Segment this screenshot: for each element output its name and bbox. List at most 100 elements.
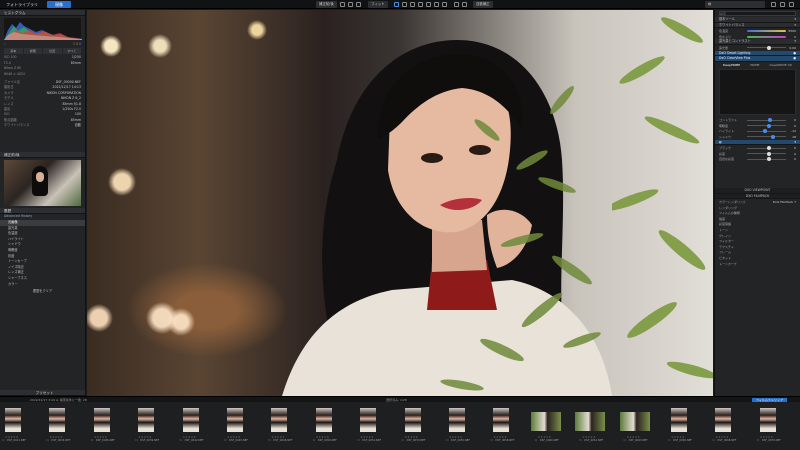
top-toolbar: フォトライブラリ 現像 補正前/後 フィット 自動補正 ▤ bbox=[0, 0, 800, 9]
filmstrip-thumbnail[interactable] bbox=[49, 408, 66, 432]
select-checkbox[interactable]: ☐ bbox=[313, 439, 315, 442]
eyedropper-icon[interactable] bbox=[402, 2, 407, 7]
filmstrip-thumbnail[interactable] bbox=[449, 408, 465, 432]
horizon-icon[interactable] bbox=[426, 2, 431, 7]
export-button[interactable]: ▤ bbox=[705, 1, 765, 8]
filmstrip-filename: DSF_0055.NEF bbox=[451, 439, 470, 442]
filmstrip-filename: DSF_0036.NEF bbox=[95, 439, 115, 442]
select-checkbox[interactable]: ☐ bbox=[2, 439, 4, 442]
tool-row[interactable]: トーンカーブ bbox=[715, 261, 800, 267]
perspective-icon[interactable] bbox=[434, 2, 439, 7]
moon-icon[interactable]: ☾ bbox=[4, 42, 7, 47]
select-checkbox[interactable]: ☐ bbox=[446, 439, 448, 442]
shooting-info: ISO 100 1/250 F2.0 85mm Nikon Z 6II 6048 ×… bbox=[0, 55, 85, 77]
highlight-clip-icon[interactable] bbox=[454, 2, 459, 7]
filmstrip-thumbnail[interactable] bbox=[315, 408, 332, 432]
search-input[interactable] bbox=[719, 11, 796, 16]
select-checkbox[interactable]: ☐ bbox=[402, 439, 404, 442]
search-row bbox=[715, 10, 800, 17]
select-checkbox[interactable]: ☐ bbox=[624, 439, 626, 442]
navigator-preview[interactable] bbox=[4, 160, 81, 207]
chevron-down-icon: ▾ bbox=[794, 139, 796, 144]
select-checkbox[interactable]: ☐ bbox=[46, 439, 48, 442]
filmstrip-filename: DSF_0063.NEF bbox=[628, 439, 648, 442]
straighten-icon[interactable] bbox=[348, 2, 353, 7]
shadow-clip-icon[interactable] bbox=[462, 2, 467, 7]
filmstrip-thumbnail[interactable] bbox=[715, 408, 732, 432]
info-tab-detail[interactable]: 詳細 bbox=[23, 48, 42, 55]
settings-icon[interactable] bbox=[771, 2, 776, 7]
chevron-down-icon: ▾ bbox=[794, 22, 796, 27]
help-icon[interactable] bbox=[780, 2, 785, 7]
toggle-icon[interactable]: ● bbox=[793, 51, 796, 56]
select-checkbox[interactable]: ☐ bbox=[757, 439, 759, 442]
select-checkbox[interactable]: ☐ bbox=[224, 439, 226, 442]
preview-header[interactable]: 補正前/後 bbox=[0, 152, 85, 159]
select-checkbox[interactable]: ☐ bbox=[579, 439, 581, 442]
filmstrip-thumbnail[interactable] bbox=[619, 412, 650, 431]
filmstrip-filename: DSF_0070.NEF bbox=[761, 439, 781, 442]
tab-photo-library[interactable]: フォトライブラリ bbox=[6, 1, 38, 8]
left-panel: ヒストグラム ☾ 0 0 0 基本 詳細 位置 すべて ISO 100 1/250… bbox=[0, 10, 86, 396]
filmstrip-filename: DSF_0051.NEF bbox=[362, 439, 382, 442]
chevron-down-icon: ▾ bbox=[794, 39, 796, 44]
filmstrip-thumbnail[interactable] bbox=[138, 408, 155, 432]
info-tabs: 基本 詳細 位置 すべて bbox=[0, 47, 85, 55]
select-checkbox[interactable]: ☐ bbox=[180, 439, 182, 442]
select-checkbox[interactable]: ☐ bbox=[668, 439, 670, 442]
filmstrip-thumbnail[interactable] bbox=[5, 408, 21, 432]
mode-prime[interactable]: PRIME bbox=[750, 63, 759, 67]
select-checkbox[interactable]: ☐ bbox=[490, 439, 492, 442]
tab-develop[interactable]: 現像 bbox=[47, 1, 71, 8]
filmstrip-filename: DSF_0034.NEF bbox=[51, 439, 71, 442]
denoise-mode: DeepPRIME PRIME DeepPRIME XD bbox=[715, 62, 800, 68]
filmstrip-thumbnail[interactable] bbox=[360, 408, 377, 432]
filmpack-row[interactable]: カラーレンダリング DxO FilmPack 7 bbox=[715, 199, 800, 205]
mode-deepprime[interactable]: DeepPRIME bbox=[723, 63, 740, 67]
chevron-down-icon: ▾ bbox=[794, 17, 796, 21]
mode-deepprime-xd[interactable]: DeepPRIME XD bbox=[769, 63, 792, 67]
portrait-photo bbox=[282, 40, 612, 396]
hand-tool-icon[interactable] bbox=[394, 2, 399, 7]
filmstrip-thumbnail[interactable] bbox=[530, 412, 561, 431]
select-checkbox[interactable]: ☐ bbox=[535, 439, 537, 442]
histogram-header[interactable]: ヒストグラム bbox=[0, 10, 85, 16]
fullscreen-icon[interactable] bbox=[789, 2, 794, 7]
filmstrip-filename: DSF_0065.NEF bbox=[673, 439, 692, 442]
info-tab-basic[interactable]: 基本 bbox=[4, 48, 23, 55]
select-checkbox[interactable]: ☐ bbox=[268, 439, 270, 442]
history-item[interactable]: カラー bbox=[0, 282, 85, 288]
filmstrip-thumbnail[interactable] bbox=[404, 408, 421, 432]
auto-fix-button[interactable]: 自動補正 bbox=[473, 1, 493, 8]
filmstrip-filename: DSF_0042.NEF bbox=[184, 439, 204, 442]
loupe-preview[interactable] bbox=[719, 69, 796, 116]
local-adjust-icon[interactable] bbox=[418, 2, 423, 7]
filmstrip-filename: DSF_0021.NEF bbox=[7, 439, 26, 442]
select-checkbox[interactable]: ☐ bbox=[135, 439, 137, 442]
filmstrip-filename: DSF_0045.NEF bbox=[229, 439, 248, 442]
filmstrip-thumbnail[interactable] bbox=[493, 408, 510, 432]
image-viewer[interactable] bbox=[87, 10, 713, 396]
repair-icon[interactable] bbox=[410, 2, 415, 7]
info-tab-location[interactable]: 位置 bbox=[43, 48, 62, 55]
select-checkbox[interactable]: ☐ bbox=[712, 439, 714, 442]
filmstrip-thumbnail[interactable] bbox=[182, 408, 199, 432]
exif-table: ファイル名 DSF_00000.NEF 撮影日 2022/12/17 14:13 カ… bbox=[0, 80, 85, 129]
toggle-icon[interactable]: ● bbox=[793, 56, 796, 61]
zoom-select[interactable]: フィット bbox=[368, 1, 388, 8]
filmstrip-thumbnail[interactable] bbox=[271, 408, 288, 432]
compare-button[interactable]: 補正前/後 bbox=[316, 1, 337, 8]
select-checkbox[interactable]: ☐ bbox=[357, 439, 359, 442]
crop-icon[interactable] bbox=[340, 2, 345, 7]
mask-icon[interactable] bbox=[442, 2, 447, 7]
select-checkbox[interactable]: ☐ bbox=[91, 439, 93, 442]
filmstrip-thumbnail[interactable] bbox=[93, 408, 110, 432]
filmstrip-thumbnail[interactable] bbox=[759, 408, 776, 432]
clear-history-button[interactable]: 履歴をクリア bbox=[0, 289, 85, 295]
filmstrip-thumbnail[interactable] bbox=[227, 408, 243, 432]
filmstrip-filename: DSF_0053.NEF bbox=[406, 439, 426, 442]
info-tab-all[interactable]: すべて bbox=[62, 48, 81, 55]
rotate-icon[interactable] bbox=[356, 2, 361, 7]
filmstrip-thumbnail[interactable] bbox=[671, 408, 687, 432]
filmstrip-thumbnail[interactable] bbox=[575, 412, 606, 431]
